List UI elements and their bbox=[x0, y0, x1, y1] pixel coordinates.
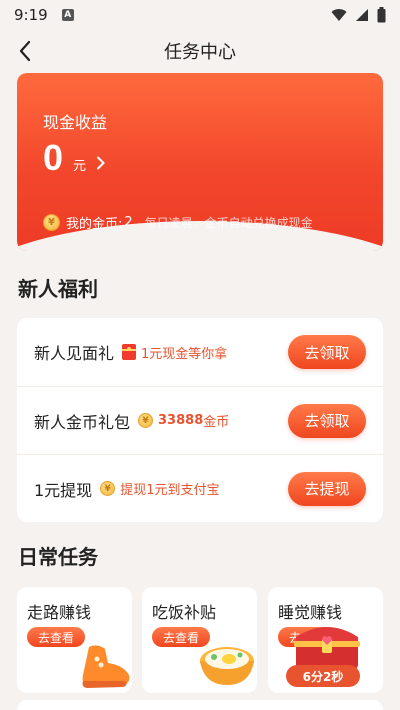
daily-card-meal[interactable]: 吃饭补贴 去查看 bbox=[142, 587, 257, 693]
daily-card-sleep[interactable]: 睡觉赚钱 去查看 6分2秒 bbox=[268, 587, 383, 693]
status-indicators bbox=[331, 7, 386, 23]
daily-task-name: 吃饭补贴 bbox=[152, 603, 217, 622]
chevron-right-icon bbox=[97, 156, 105, 170]
coin-icon: ¥ bbox=[43, 214, 60, 231]
status-time: 9:19 bbox=[14, 6, 48, 24]
cash-earnings-label: 现金收益 bbox=[43, 113, 108, 132]
welfare-name: 新人见面礼 bbox=[34, 344, 115, 363]
signal-icon bbox=[356, 9, 368, 21]
welfare-tag-text: 1元现金等你拿 bbox=[141, 346, 228, 362]
welfare-tag: 1元现金等你拿 bbox=[122, 343, 227, 362]
coin-icon: ¥ bbox=[138, 413, 154, 428]
welfare-tag: ¥ 提现1元到支付宝 bbox=[100, 479, 219, 498]
welfare-tag-amount: 33888 bbox=[158, 413, 204, 428]
status-bar: 9:19 A bbox=[0, 0, 400, 30]
welfare-row-coin-pack: 新人金币礼包 ¥ 33888 金币 去领取 bbox=[17, 386, 383, 454]
welfare-tag: ¥ 33888 金币 bbox=[138, 411, 229, 430]
coin-balance-row: ¥ 我的金币: 2 每日凌晨，金币自动兑换成现金 bbox=[43, 213, 313, 232]
coin-label: 我的金币: bbox=[66, 217, 123, 232]
coin-exchange-note: 每日凌晨，金币自动兑换成现金 bbox=[144, 216, 313, 230]
welfare-row-withdraw: 1元提现 ¥ 提现1元到支付宝 去提现 bbox=[17, 454, 383, 522]
app-notification-icon: A bbox=[61, 9, 74, 21]
daily-task-name: 走路赚钱 bbox=[27, 603, 92, 622]
claim-welcome-gift-button[interactable]: 去领取 bbox=[288, 335, 366, 369]
claim-coin-pack-button[interactable]: 去领取 bbox=[288, 403, 366, 438]
welfare-tag-suffix: 金币 bbox=[203, 415, 230, 430]
withdraw-button[interactable]: 去提现 bbox=[288, 471, 366, 506]
daily-card-walking[interactable]: 走路赚钱 去查看 bbox=[17, 587, 132, 693]
cash-earnings-link[interactable]: 0 元 bbox=[43, 137, 106, 179]
welfare-name: 新人金币礼包 bbox=[34, 412, 131, 432]
earnings-card: 现金收益 0 元 ¥ 我的金币: 2 每日凌晨，金币自动兑换成现金 bbox=[17, 73, 383, 251]
wifi-icon bbox=[331, 9, 347, 21]
welfare-tag-text: 提现1元到支付宝 bbox=[120, 483, 220, 498]
battery-icon bbox=[377, 7, 386, 23]
red-packet-icon bbox=[122, 344, 137, 360]
page-title: 任务中心 bbox=[164, 42, 236, 63]
coin-icon: ¥ bbox=[100, 481, 116, 496]
back-arrow-icon bbox=[19, 40, 31, 62]
back-button[interactable] bbox=[10, 36, 40, 66]
welfare-name: 1元提现 bbox=[34, 480, 93, 500]
bottom-card-edge bbox=[17, 700, 383, 710]
cash-amount: 0 bbox=[43, 137, 64, 178]
newbie-welfare-card: 新人见面礼 1元现金等你拿 去领取 新人金币礼包 ¥ 33888 金币 去领取 … bbox=[17, 318, 383, 522]
nav-bar: 任务中心 bbox=[0, 30, 400, 72]
rice-bowl-icon bbox=[200, 647, 254, 685]
daily-section-title: 日常任务 bbox=[18, 545, 98, 569]
countdown-badge: 6分2秒 bbox=[286, 665, 360, 687]
cash-unit: 元 bbox=[73, 159, 87, 174]
shoe-icon bbox=[82, 645, 130, 688]
newbie-section-title: 新人福利 bbox=[18, 277, 98, 301]
coin-value: 2 bbox=[124, 215, 133, 230]
welfare-row-welcome-gift: 新人见面礼 1元现金等你拿 去领取 bbox=[17, 318, 383, 386]
